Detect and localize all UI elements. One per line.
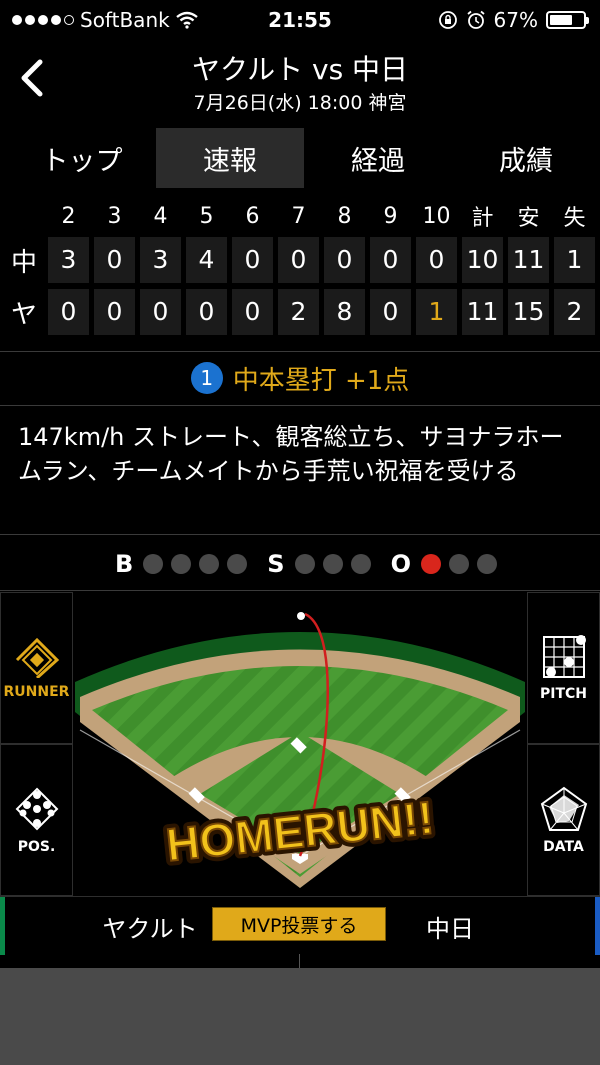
errors-cell: 1 xyxy=(554,237,595,283)
away-team-color-strip xyxy=(595,897,600,955)
strike-lamp xyxy=(294,554,315,574)
score-cell: 0 xyxy=(140,289,181,335)
play-description: 147km/h ストレート、観客総立ち、サヨナラホームラン、チームメイトから手荒… xyxy=(18,423,564,485)
inning-header: 5 xyxy=(199,203,214,229)
tab-progress[interactable]: 経過 xyxy=(304,128,452,188)
home-team-color-strip xyxy=(0,897,5,955)
score-cell: 8 xyxy=(324,289,365,335)
score-row-chunichi: 中 3 0 3 4 0 0 0 0 0 10 11 1 xyxy=(0,234,600,286)
pitch-grid-icon xyxy=(542,635,586,678)
hits-cell: 11 xyxy=(508,237,549,283)
score-cell-current: 1 xyxy=(416,289,457,335)
scoreboard: 2 3 4 5 6 7 8 9 10 計 安 失 中 3 0 3 4 0 0 0… xyxy=(0,198,600,338)
inning-header: 9 xyxy=(383,203,398,229)
score-cell: 0 xyxy=(48,289,89,335)
ball-label: B xyxy=(115,550,134,578)
page-title: ヤクルト vs 中日 xyxy=(191,53,409,86)
tab-bar: トップ 速報 経過 成績 xyxy=(0,128,600,188)
inning-header: 4 xyxy=(153,203,168,229)
hits-header: 安 xyxy=(517,206,540,231)
ball-lamp xyxy=(199,554,220,574)
score-cell: 2 xyxy=(278,289,319,335)
inning-header: 8 xyxy=(337,203,352,229)
tab-top[interactable]: トップ xyxy=(0,128,156,188)
out-lamp xyxy=(449,554,469,574)
score-cell: 0 xyxy=(370,289,411,335)
errors-cell: 2 xyxy=(554,289,595,335)
out-lamp xyxy=(477,554,497,574)
pitch-button[interactable]: PITCH xyxy=(527,592,600,744)
pitch-label: PITCH xyxy=(539,686,587,702)
tab-stats[interactable]: 成績 xyxy=(452,128,600,188)
score-cell: 0 xyxy=(94,237,135,283)
out-lamp xyxy=(421,554,441,574)
play-header: 1 中本塁打 +1点 xyxy=(0,352,600,404)
nav-bar: ヤクルト vs 中日 7月26日(水) 18:00 神宮 xyxy=(0,44,600,118)
divider xyxy=(0,405,600,406)
score-cell: 0 xyxy=(324,237,365,283)
team-abbr: 中 xyxy=(10,247,37,278)
play-number-badge: 1 xyxy=(190,362,223,394)
strike-label: S xyxy=(267,550,285,578)
runner-label: RUNNER xyxy=(3,684,70,700)
ball-lamp xyxy=(227,554,248,574)
tab-live[interactable]: 速報 xyxy=(156,128,304,188)
team-abbr: ヤ xyxy=(10,299,37,330)
score-cell: 0 xyxy=(232,289,273,335)
runner-diamond-icon xyxy=(15,637,59,678)
score-cell: 3 xyxy=(48,237,89,283)
status-right: 67% xyxy=(438,8,589,32)
bottom-bar: ヤクルト 中日 MVP投票する xyxy=(0,896,600,955)
score-cell: 3 xyxy=(140,237,181,283)
score-cell: 4 xyxy=(186,237,227,283)
position-button[interactable]: POS. xyxy=(0,744,73,896)
field-view: HOMERUN!! HOMERUN!! RUNNER POS. PITCH DA… xyxy=(0,592,600,896)
strike-lamp xyxy=(322,554,343,574)
total-cell: 11 xyxy=(462,289,503,335)
mvp-vote-button[interactable]: MVP投票する xyxy=(212,907,386,941)
radar-chart-icon xyxy=(540,786,587,831)
score-cell: 0 xyxy=(370,237,411,283)
inning-header: 3 xyxy=(107,203,122,229)
strike-lamp xyxy=(350,554,371,574)
inning-header: 2 xyxy=(61,203,76,229)
score-cell: 0 xyxy=(94,289,135,335)
data-label: DATA xyxy=(543,839,584,855)
battery-icon xyxy=(546,11,589,29)
divider xyxy=(299,954,300,968)
count-display: B S O xyxy=(0,545,600,583)
ball-lamp xyxy=(143,554,164,574)
score-cell: 0 xyxy=(416,237,457,283)
game-datetime: 7月26日(水) 18:00 神宮 xyxy=(193,92,407,114)
total-header: 計 xyxy=(471,206,494,231)
hits-cell: 15 xyxy=(508,289,549,335)
orientation-lock-icon xyxy=(438,11,457,29)
status-bar: SoftBank 21:55 67% xyxy=(0,0,600,40)
scoreboard-header: 2 3 4 5 6 7 8 9 10 計 安 失 xyxy=(0,198,600,234)
out-label: O xyxy=(390,550,411,578)
battery-percent: 67% xyxy=(493,8,538,32)
inning-header: 6 xyxy=(245,203,260,229)
alarm-icon xyxy=(466,10,485,29)
baseball-field: HOMERUN!! HOMERUN!! xyxy=(0,592,600,896)
runner-button[interactable]: RUNNER xyxy=(0,592,73,744)
total-cell: 10 xyxy=(462,237,503,283)
empty-footer-area xyxy=(0,968,600,1065)
position-diamond-icon xyxy=(15,787,58,831)
inning-header: 10 xyxy=(422,203,451,229)
data-button[interactable]: DATA xyxy=(527,744,600,896)
score-cell: 0 xyxy=(232,237,273,283)
score-cell: 0 xyxy=(186,289,227,335)
divider xyxy=(0,590,600,591)
position-label: POS. xyxy=(17,839,56,855)
score-row-yakult: ヤ 0 0 0 0 0 2 8 0 1 11 15 2 xyxy=(0,286,600,338)
ball-lamp xyxy=(171,554,192,574)
score-cell: 0 xyxy=(278,237,319,283)
play-title: 中本塁打 +1点 xyxy=(232,365,410,396)
inning-header: 7 xyxy=(291,203,306,229)
divider xyxy=(0,534,600,535)
errors-header: 失 xyxy=(563,206,586,231)
